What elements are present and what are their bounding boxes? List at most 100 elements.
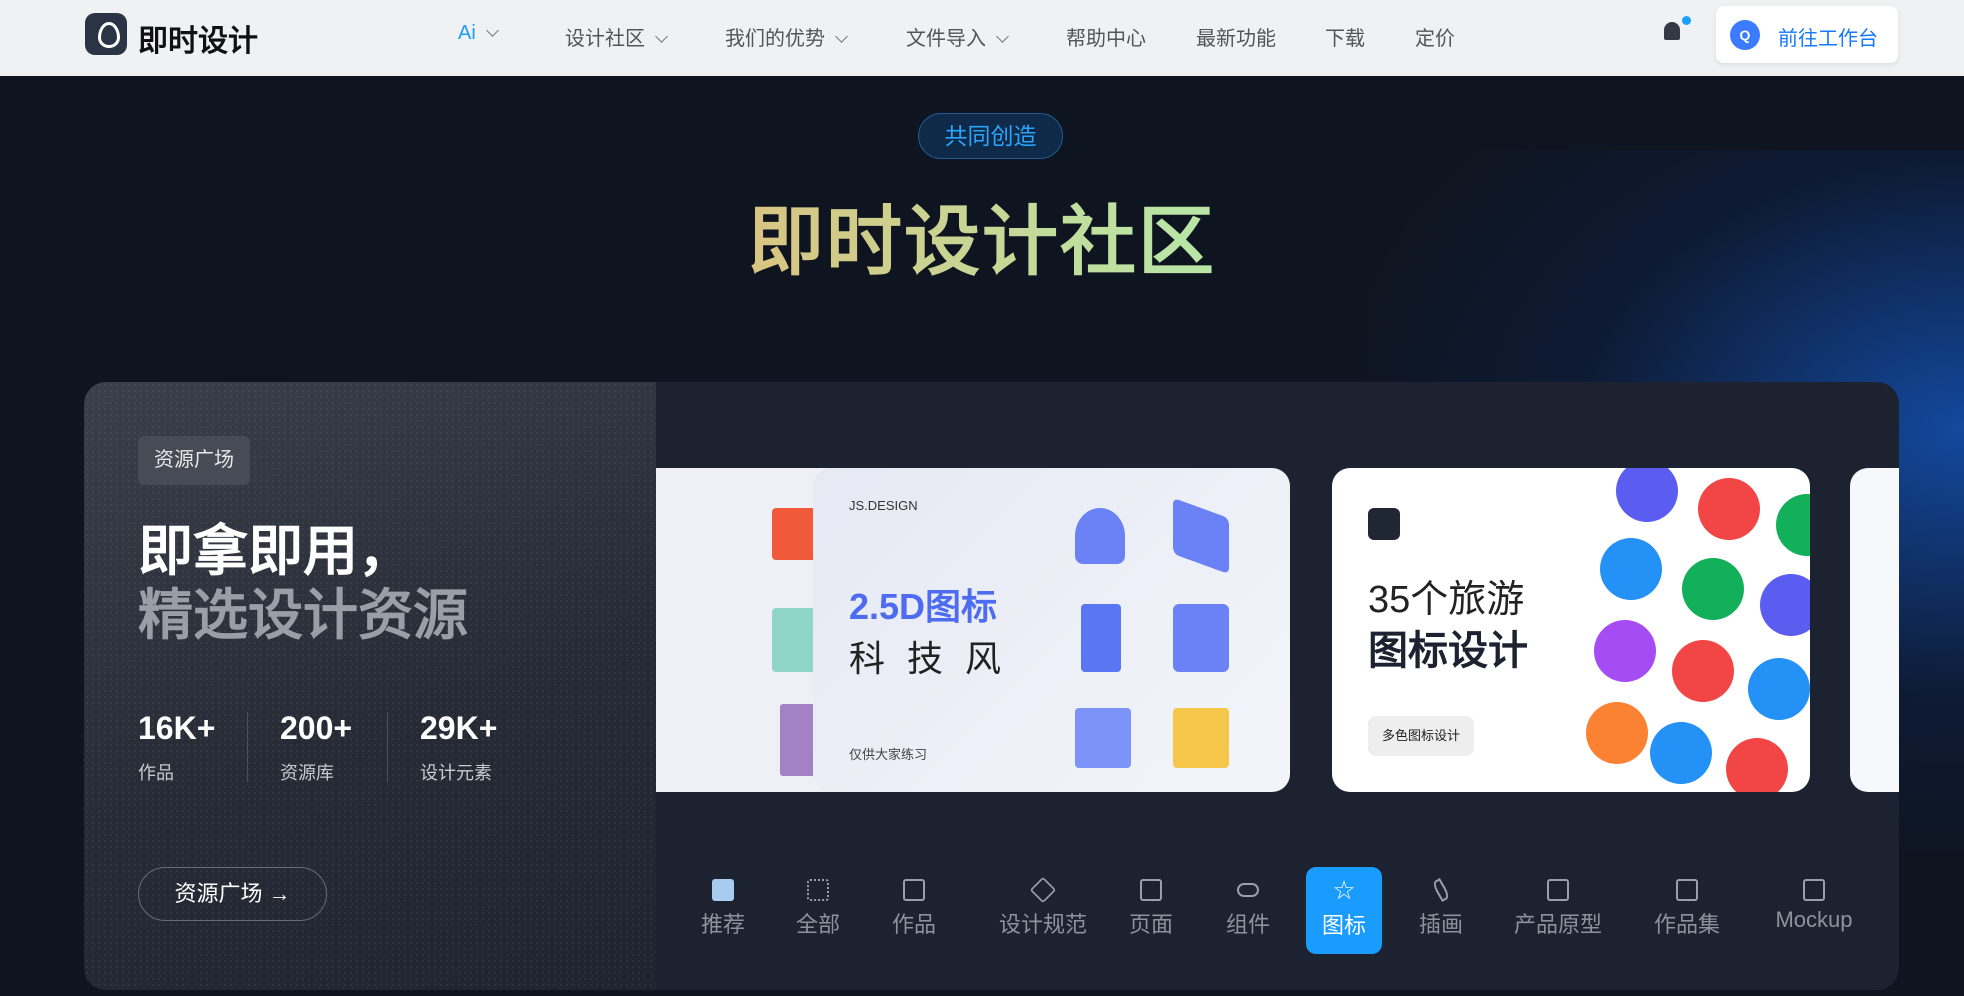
stat-works: 16K+ 作品 (138, 710, 215, 785)
workspace-label: 前往工作台 (1778, 28, 1878, 50)
nav-item-new-features[interactable]: 最新功能 (1196, 22, 1276, 51)
tab-label: 插画 (1418, 912, 1463, 937)
tab-label: 组件 (1225, 912, 1270, 937)
chevron-down-icon (835, 30, 848, 43)
notification-dot (1682, 16, 1691, 25)
card-brand: JS.DESIGN (849, 498, 918, 513)
car-icon (1594, 620, 1656, 682)
stat-label: 资源库 (280, 763, 334, 783)
card-badge: 多色图标设计 (1368, 716, 1475, 756)
ice-cream-icon (1586, 702, 1648, 764)
ticket-icon (1173, 497, 1229, 575)
tab-label: 作品集 (1653, 912, 1720, 937)
tab-all[interactable]: 全部 (773, 867, 863, 954)
stat-value: 29K+ (420, 710, 498, 746)
nav-label: 我们的优势 (725, 28, 825, 50)
thumbs-up-icon (1616, 468, 1678, 522)
nav-label: 文件导入 (906, 28, 986, 50)
cube-icon (1029, 876, 1057, 904)
document-icon (1682, 558, 1744, 620)
divider (247, 712, 248, 782)
nav-item-import[interactable]: 文件导入 (906, 22, 1009, 51)
headline-2: 精选设计资源 (138, 584, 469, 646)
resource-banner: JS.DESIGN 2.5D图标 科 技 风 仅供大家练习 35个旅游 图标设计… (84, 382, 1899, 990)
stat-label: 设计元素 (420, 763, 492, 783)
tab-label: 作品 (891, 912, 936, 937)
tab-icons[interactable]: ☆ 图标 (1306, 867, 1382, 954)
stat-elements: 29K+ 设计元素 (420, 710, 497, 785)
workspace-button[interactable]: Q 前往工作台 (1716, 6, 1898, 63)
toggle-icon (1237, 883, 1259, 897)
drink-icon (1672, 640, 1734, 702)
nav-label: 设计社区 (565, 28, 645, 50)
avatar: Q (1730, 20, 1760, 50)
card-map[interactable] (1850, 468, 1899, 792)
tab-mockup[interactable]: Mockup (1759, 867, 1869, 954)
image-icon (1698, 478, 1760, 540)
divider (387, 712, 388, 782)
monitor-icon (1803, 879, 1825, 901)
tab-label: 全部 (795, 912, 840, 937)
logo-text[interactable]: 即时设计 (138, 16, 258, 60)
badge-icon (1075, 508, 1125, 564)
layout-icon (1547, 879, 1569, 901)
resource-plaza-button[interactable]: 资源广场 → (138, 867, 327, 921)
chevron-down-icon (996, 30, 1009, 43)
logo-icon[interactable] (85, 13, 127, 55)
card-subtitle: 科 技 风 (849, 638, 1008, 679)
resource-panel: 资源广场 即拿即用， 精选设计资源 16K+ 作品 200+ 资源库 29K+ 设计元… (84, 382, 656, 990)
cloud-icon (1650, 722, 1712, 784)
feather-icon (1431, 877, 1451, 903)
map-icon (1776, 494, 1810, 556)
tab-label: 图标 (1321, 913, 1366, 938)
nav-item-pricing[interactable]: 定价 (1415, 22, 1455, 51)
chevron-down-icon (655, 30, 668, 43)
tab-design-spec[interactable]: 设计规范 (988, 867, 1098, 954)
scroll-icon (903, 879, 925, 901)
bell-icon[interactable] (1664, 22, 1680, 40)
tab-label: 页面 (1128, 912, 1173, 937)
folder-icon (1173, 708, 1229, 768)
tab-recommend[interactable]: 推荐 (678, 867, 768, 954)
gift-icon (1075, 708, 1131, 768)
tab-label: 推荐 (700, 912, 745, 937)
card-line1: 35个旅游 (1368, 579, 1525, 621)
card-2-5d-icons[interactable]: JS.DESIGN 2.5D图标 科 技 风 仅供大家练习 (813, 468, 1290, 792)
tab-label: Mockup (1775, 907, 1853, 932)
tab-portfolio[interactable]: 作品集 (1632, 867, 1742, 954)
top-nav: 即时设计 Ai 设计社区 我们的优势 文件导入 帮助中心 最新功能 下载 定价 … (0, 0, 1964, 76)
card-note: 仅供大家练习 (849, 747, 928, 762)
tab-prototype[interactable]: 产品原型 (1503, 867, 1613, 954)
page-title: 即时设计社区 (0, 180, 1964, 290)
tab-components[interactable]: 组件 (1203, 867, 1293, 954)
nav-item-community[interactable]: 设计社区 (565, 22, 668, 51)
briefcase-icon (1676, 879, 1698, 901)
book-icon (1081, 604, 1121, 672)
bookmark-icon (712, 879, 734, 901)
grid-icon (807, 879, 829, 901)
resource-tag: 资源广场 (138, 436, 250, 485)
nav-item-download[interactable]: 下载 (1325, 22, 1365, 51)
page-icon (1140, 879, 1162, 901)
user-icon (1748, 658, 1810, 720)
tab-label: 产品原型 (1513, 912, 1602, 937)
tag-icon (1726, 738, 1788, 792)
stat-libraries: 200+ 资源库 (280, 710, 352, 785)
tab-pages[interactable]: 页面 (1106, 867, 1196, 954)
tab-label: 设计规范 (998, 912, 1087, 937)
plane-icon (1760, 574, 1810, 636)
tab-illustration[interactable]: 插画 (1396, 867, 1486, 954)
stat-value: 16K+ (138, 710, 216, 746)
video-icon (1173, 604, 1229, 672)
chevron-down-icon (485, 24, 499, 37)
card-line2: 图标设计 (1368, 629, 1528, 673)
nav-item-advantages[interactable]: 我们的优势 (725, 22, 848, 51)
stat-label: 作品 (138, 763, 174, 783)
nav-item-help[interactable]: 帮助中心 (1066, 22, 1146, 51)
nav-item-ai[interactable]: Ai (458, 22, 499, 45)
stat-value: 200+ (280, 710, 353, 746)
card-travel-icons[interactable]: 35个旅游 图标设计 多色图标设计 (1332, 468, 1810, 792)
nav-label: Ai (458, 22, 476, 44)
tab-works[interactable]: 作品 (869, 867, 959, 954)
logo-icon (1368, 508, 1400, 540)
